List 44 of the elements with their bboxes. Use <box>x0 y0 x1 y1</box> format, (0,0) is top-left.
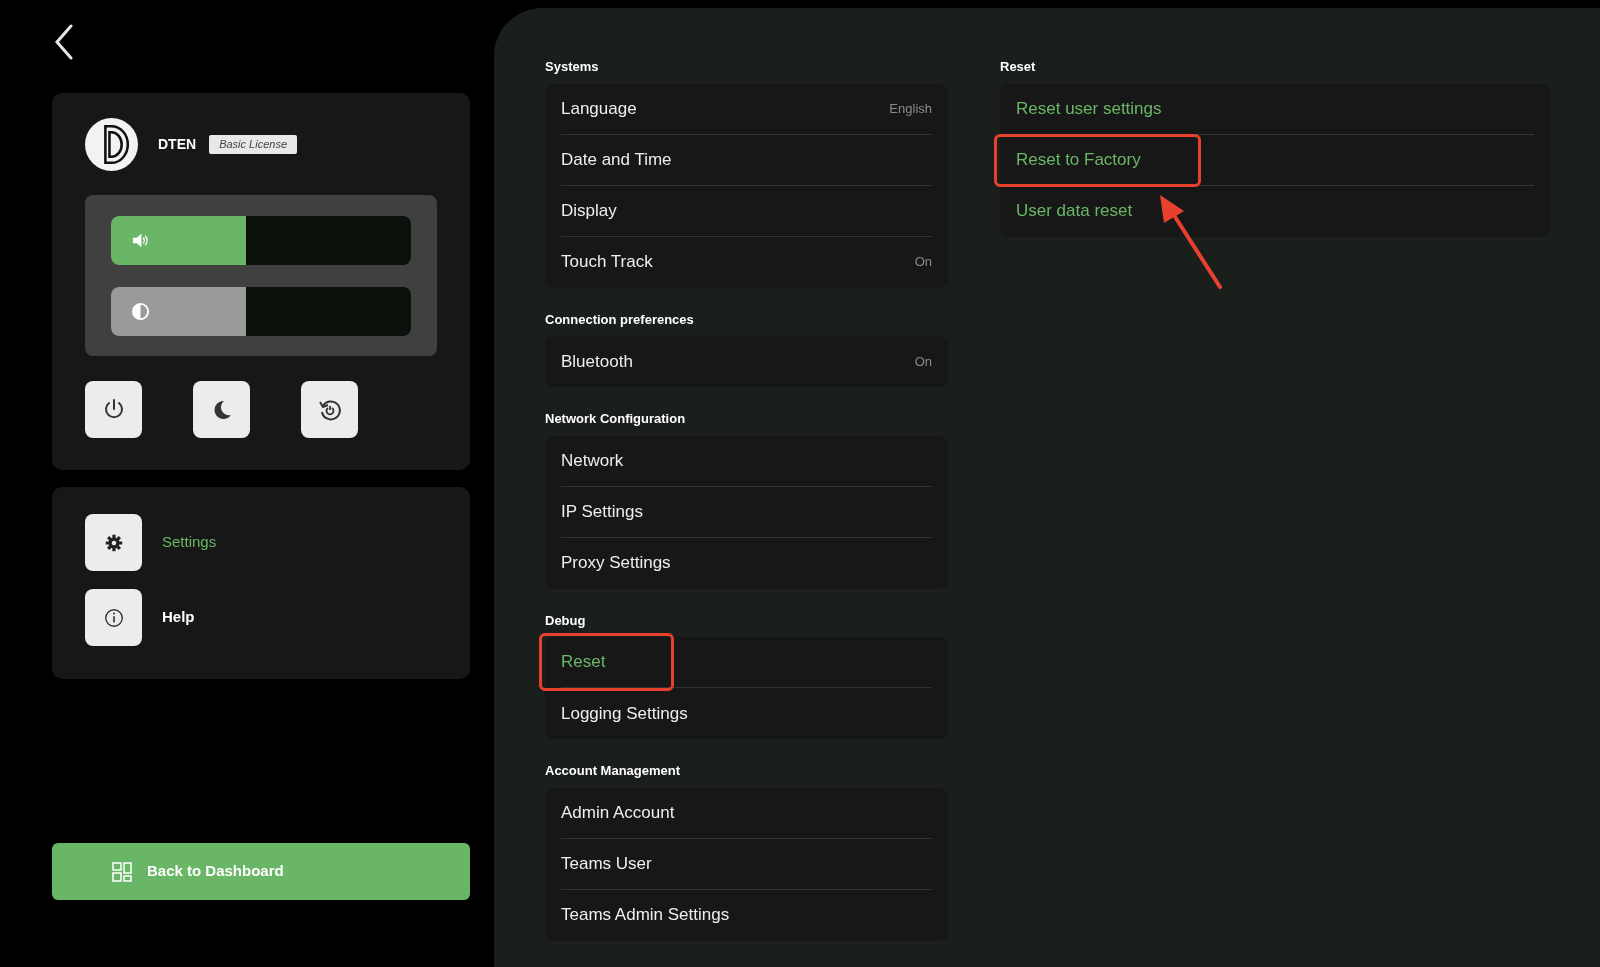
nav-item[interactable]: Help <box>162 606 195 629</box>
settings-tile[interactable] <box>85 514 142 571</box>
menu-entry[interactable]: Language <box>561 95 637 122</box>
menu-entry[interactable]: IP Settings <box>561 498 643 525</box>
reset-option[interactable]: User data reset <box>1016 198 1133 224</box>
reset-option[interactable]: Reset to Factory <box>1016 146 1141 173</box>
menu-entry[interactable]: Teams User <box>561 850 652 877</box>
menu-entry[interactable]: Network <box>561 447 624 474</box>
slider-fill[interactable] <box>111 216 246 265</box>
help-tile[interactable] <box>85 589 142 646</box>
menu-entry[interactable]: Reset <box>561 649 606 675</box>
power-button[interactable] <box>85 381 142 438</box>
setting-value: On <box>914 352 932 371</box>
slider-track[interactable] <box>111 287 411 336</box>
section-heading: Account Management <box>545 762 682 780</box>
setting-value: On <box>914 253 932 272</box>
sleep-button[interactable] <box>193 381 250 438</box>
device-name: DTEN <box>158 135 197 154</box>
section-heading: Systems <box>545 58 600 76</box>
slider-track[interactable] <box>111 216 411 265</box>
license-badge: Basic License <box>209 135 297 154</box>
nav-item[interactable]: Settings <box>162 531 217 554</box>
back-icon[interactable] <box>54 24 74 60</box>
section-heading: Connection preferences <box>545 310 695 329</box>
logo-icon <box>85 118 138 171</box>
menu-entry[interactable]: Display <box>561 197 617 224</box>
menu-entry[interactable]: Touch Track <box>561 249 653 275</box>
contrast-icon <box>131 302 150 321</box>
menu-entry[interactable]: Bluetooth <box>561 348 633 375</box>
section-heading: Reset <box>1000 58 1037 76</box>
reset-option[interactable]: Reset user settings <box>1016 95 1162 122</box>
section-heading: Network Configuration <box>545 410 687 428</box>
menu-entry[interactable]: Logging Settings <box>561 700 688 727</box>
menu-entry[interactable]: Date and Time <box>561 146 672 173</box>
setting-value: English <box>889 99 932 118</box>
menu-entry[interactable]: Admin Account <box>561 799 675 826</box>
dashboard-icon <box>112 861 132 882</box>
menu-entry[interactable]: Proxy Settings <box>561 550 671 576</box>
section-heading: Debug <box>545 611 587 630</box>
info-icon <box>102 606 125 629</box>
menu-entry[interactable]: Teams Admin Settings <box>561 902 730 928</box>
restart-button[interactable] <box>301 381 358 438</box>
slider-fill[interactable] <box>111 287 246 336</box>
restart-icon <box>317 397 342 422</box>
